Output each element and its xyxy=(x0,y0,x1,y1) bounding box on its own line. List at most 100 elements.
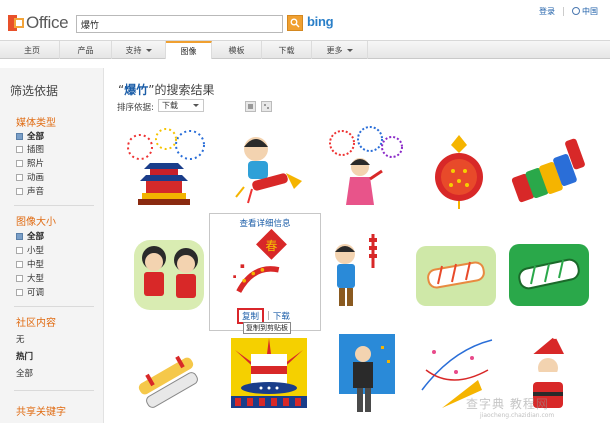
checkbox xyxy=(16,145,23,153)
boy-firecracker-image xyxy=(235,137,302,204)
clipart-result[interactable] xyxy=(505,125,593,213)
tab-templates-label: 模板 xyxy=(228,45,245,55)
checkbox xyxy=(16,173,23,181)
media-type-heading: 媒体类型 xyxy=(16,118,56,129)
community-heading: 社区内容 xyxy=(16,318,56,329)
image-size-small[interactable]: 小型 xyxy=(16,244,44,256)
office-logo[interactable]: Office xyxy=(8,13,69,33)
large-view-button[interactable] xyxy=(245,101,256,112)
checkbox xyxy=(16,132,23,140)
office-logo-icon xyxy=(8,15,24,31)
tab-templates[interactable]: 模板 xyxy=(212,41,262,59)
tab-products[interactable]: 产品 xyxy=(60,41,112,59)
media-type-sound[interactable]: 声音 xyxy=(16,185,44,197)
tab-products-label: 产品 xyxy=(77,45,94,55)
download-link[interactable]: 下载 xyxy=(273,310,290,322)
clipart-result[interactable] xyxy=(323,228,411,316)
search-icon xyxy=(290,18,300,28)
shared-keywords-heading: 共享关键字 xyxy=(16,407,66,418)
clipart-result[interactable] xyxy=(128,230,216,318)
cracker-white-image xyxy=(509,244,589,306)
party-crackers-image xyxy=(138,355,198,408)
divider xyxy=(14,306,94,307)
option-label: 声音 xyxy=(27,187,45,197)
checkbox xyxy=(16,246,23,254)
clipart-result[interactable] xyxy=(320,125,408,213)
tab-more-label: 更多 xyxy=(326,45,343,55)
media-type-all[interactable]: 全部 xyxy=(16,130,44,142)
office-logo-text: Office xyxy=(26,13,69,32)
filter-title: 筛选依据 xyxy=(10,84,59,98)
image-size-large[interactable]: 大型 xyxy=(16,272,44,284)
chevron-down-icon xyxy=(145,48,152,52)
region-label: 中国 xyxy=(582,7,598,16)
divider xyxy=(563,7,564,16)
tab-more[interactable]: 更多 xyxy=(312,41,368,59)
girl-fireworks-image xyxy=(329,126,403,205)
bing-logo: bing xyxy=(307,14,334,29)
chevron-down-icon xyxy=(193,104,199,107)
option-label: 全部 xyxy=(27,232,45,242)
tab-support-label: 支持 xyxy=(125,45,142,55)
main-nav: 主页 产品 支持 图像 模板 下载 更多 xyxy=(0,40,610,59)
clipart-result[interactable] xyxy=(505,230,593,318)
clipart-result[interactable] xyxy=(415,125,503,213)
checkbox xyxy=(16,232,23,240)
option-label: 全部 xyxy=(27,132,45,142)
community-none[interactable]: 无 xyxy=(16,333,25,345)
clipart-result[interactable] xyxy=(120,125,208,213)
image-size-scalable[interactable]: 可调 xyxy=(16,286,44,298)
divider xyxy=(14,390,94,391)
search-input[interactable] xyxy=(76,15,283,33)
clipart-result[interactable] xyxy=(128,330,216,418)
temple-fireworks-image xyxy=(127,128,205,205)
small-view-button[interactable] xyxy=(261,101,272,112)
region-link[interactable]: 中国 xyxy=(572,6,598,17)
checkbox xyxy=(16,159,23,167)
checkbox xyxy=(16,187,23,195)
login-link[interactable]: 登录 xyxy=(539,6,555,17)
watermark: 查字典 教程网 xyxy=(466,397,549,411)
checkbox xyxy=(16,274,23,282)
clipart-result[interactable] xyxy=(225,330,313,418)
checkbox xyxy=(16,288,23,296)
tab-downloads[interactable]: 下载 xyxy=(262,41,312,59)
image-size-medium[interactable]: 中型 xyxy=(16,258,44,270)
spring-firecracker-image: 春 xyxy=(233,228,287,293)
divider xyxy=(14,205,94,206)
watermark-url: jiaocheng.chazidian.com xyxy=(480,412,555,419)
divider: | xyxy=(267,311,270,321)
media-type-illustration[interactable]: 插图 xyxy=(16,143,44,155)
clipart-result[interactable] xyxy=(222,125,310,213)
filter-sidebar: 筛选依据 媒体类型 全部 插图 照片 动画 声音 图像大小 全部 小型 中型 大… xyxy=(0,68,104,423)
checkbox xyxy=(16,260,23,268)
cracker-green-image xyxy=(416,246,496,306)
image-size-all[interactable]: 全部 xyxy=(16,230,44,242)
results-title-suffix: ”的搜索结果 xyxy=(148,83,215,97)
svg-text:春: 春 xyxy=(266,239,278,253)
media-type-animation[interactable]: 动画 xyxy=(16,171,44,183)
community-popular[interactable]: 热门 xyxy=(16,350,33,362)
clipart-result[interactable] xyxy=(323,330,411,418)
option-label: 插图 xyxy=(27,145,45,155)
option-label: 动画 xyxy=(27,173,45,183)
tab-home[interactable]: 主页 xyxy=(5,41,60,59)
tab-images[interactable]: 图像 xyxy=(166,41,212,59)
option-label: 大型 xyxy=(27,274,45,284)
results-keyword: 爆竹 xyxy=(124,83,149,97)
sort-value: 下载 xyxy=(162,101,178,110)
clipart-result[interactable]: 春 xyxy=(224,228,308,308)
chevron-down-icon xyxy=(346,48,353,52)
search-button[interactable] xyxy=(287,15,303,31)
sort-select[interactable]: 下载 xyxy=(158,99,204,112)
colorful-firecrackers-image xyxy=(511,138,585,203)
results-title: “爆竹”的搜索结果 xyxy=(118,81,214,98)
option-label: 照片 xyxy=(27,159,45,169)
hover-card: 查看详细信息 春 复制 | 下载 xyxy=(209,213,321,331)
media-type-photo[interactable]: 照片 xyxy=(16,157,44,169)
tab-home-label: 主页 xyxy=(24,45,40,55)
tab-support[interactable]: 支持 xyxy=(112,41,166,59)
clipart-result[interactable] xyxy=(412,230,500,318)
option-label: 可调 xyxy=(27,288,45,298)
community-all[interactable]: 全部 xyxy=(16,367,33,379)
